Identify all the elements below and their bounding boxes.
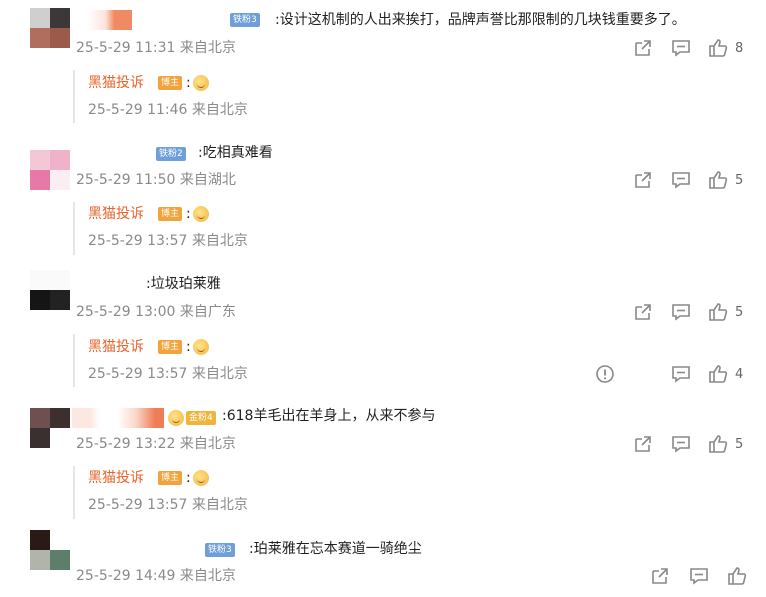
comment-item: 金粉4 :618羊毛出在羊身上，从来不参与 25-5-29 13:22 来自北京… — [0, 394, 766, 524]
host-badge: 博主 — [158, 471, 183, 485]
reply-author[interactable]: 黑猫投诉 — [88, 204, 144, 224]
like-count: 8 — [735, 41, 744, 56]
fan-level-badge: 铁粉3 — [205, 543, 235, 557]
thumbs-up-icon[interactable] — [707, 433, 729, 455]
like-count: 5 — [735, 305, 744, 320]
comment-meta: 25-5-29 13:00 来自广东 — [76, 304, 236, 320]
reply-divider — [73, 70, 75, 123]
comment-item: 铁粉3 :设计这机制的人出来挨打，品牌声誉比那限制的几块钱重要多了。 25-5-… — [0, 0, 766, 130]
thumbs-up-icon[interactable] — [707, 169, 729, 191]
report-icon[interactable] — [594, 363, 616, 385]
reply-author[interactable]: 黑猫投诉 — [88, 337, 144, 357]
comment-icon[interactable] — [670, 301, 692, 323]
comment-item: :垃圾珀莱雅 25-5-29 13:00 来自广东 5 黑猫投诉 博主 : 25… — [0, 262, 766, 392]
emoji-icon — [193, 75, 209, 91]
emoji-icon — [193, 206, 209, 222]
like-count: 4 — [735, 367, 744, 382]
thumbs-up-icon[interactable] — [726, 565, 748, 587]
reply-divider — [73, 466, 75, 519]
reply-colon: : — [186, 470, 191, 486]
reply-divider — [73, 334, 75, 387]
reply-divider — [73, 202, 75, 255]
comment-meta: 25-5-29 13:22 来自北京 — [76, 436, 236, 452]
reply-author[interactable]: 黑猫投诉 — [88, 73, 144, 93]
comment-item: 铁粉2 :吃相真难看 25-5-29 11:50 来自湖北 5 黑猫投诉 博主 … — [0, 130, 766, 260]
reply-colon: : — [186, 75, 191, 91]
like-count: 5 — [735, 173, 744, 188]
comment-icon[interactable] — [670, 363, 692, 385]
comment-meta: 25-5-29 11:31 来自北京 — [76, 40, 236, 56]
emoji-icon — [193, 470, 209, 486]
host-badge: 博主 — [158, 207, 183, 221]
comment-meta: 25-5-29 14:49 来自北京 — [76, 568, 236, 584]
share-icon[interactable] — [649, 565, 671, 587]
host-badge: 博主 — [158, 76, 183, 90]
username[interactable] — [72, 408, 164, 428]
comment-meta: 25-5-29 11:50 来自湖北 — [76, 172, 236, 188]
host-badge: 博主 — [158, 340, 183, 354]
fan-level-badge: 铁粉3 — [230, 13, 260, 27]
username[interactable] — [88, 10, 132, 30]
thumbs-up-icon[interactable] — [707, 363, 729, 385]
comment-text: :吃相真难看 — [198, 145, 273, 161]
reply-colon: : — [186, 206, 191, 222]
thumbs-up-icon[interactable] — [707, 37, 729, 59]
reply-colon: : — [186, 339, 191, 355]
reply-meta: 25-5-29 13:57 来自北京 — [88, 366, 248, 382]
avatar[interactable] — [30, 530, 70, 570]
share-icon[interactable] — [632, 433, 654, 455]
emoji-icon — [193, 339, 209, 355]
comment-icon[interactable] — [670, 433, 692, 455]
like-count: 5 — [735, 437, 744, 452]
comment-text: :珀莱雅在忘本赛道一骑绝尘 — [249, 541, 422, 557]
avatar[interactable] — [30, 150, 70, 190]
comment-text: :618羊毛出在羊身上，从来不参与 — [222, 408, 436, 424]
comment-text: :设计这机制的人出来挨打，品牌声誉比那限制的几块钱重要多了。 — [275, 12, 686, 28]
share-icon[interactable] — [632, 37, 654, 59]
share-icon[interactable] — [632, 169, 654, 191]
avatar[interactable] — [30, 408, 70, 448]
thumbs-up-icon[interactable] — [707, 301, 729, 323]
comment-icon[interactable] — [670, 37, 692, 59]
reply-meta: 25-5-29 13:57 来自北京 — [88, 497, 248, 513]
avatar[interactable] — [30, 8, 70, 48]
fan-level-badge: 金粉4 — [186, 411, 216, 425]
comment-item: 铁粉3 :珀莱雅在忘本赛道一骑绝尘 25-5-29 14:49 来自北京 — [0, 524, 766, 597]
reply-author[interactable]: 黑猫投诉 — [88, 468, 144, 488]
comment-icon[interactable] — [670, 169, 692, 191]
comment-text: :垃圾珀莱雅 — [146, 276, 221, 292]
reply-meta: 25-5-29 11:46 来自北京 — [88, 102, 248, 118]
reply-meta: 25-5-29 13:57 来自北京 — [88, 233, 248, 249]
comment-icon[interactable] — [688, 565, 710, 587]
avatar[interactable] — [30, 270, 70, 310]
gold-fan-icon — [168, 410, 184, 426]
share-icon[interactable] — [632, 301, 654, 323]
fan-level-badge: 铁粉2 — [156, 147, 186, 161]
